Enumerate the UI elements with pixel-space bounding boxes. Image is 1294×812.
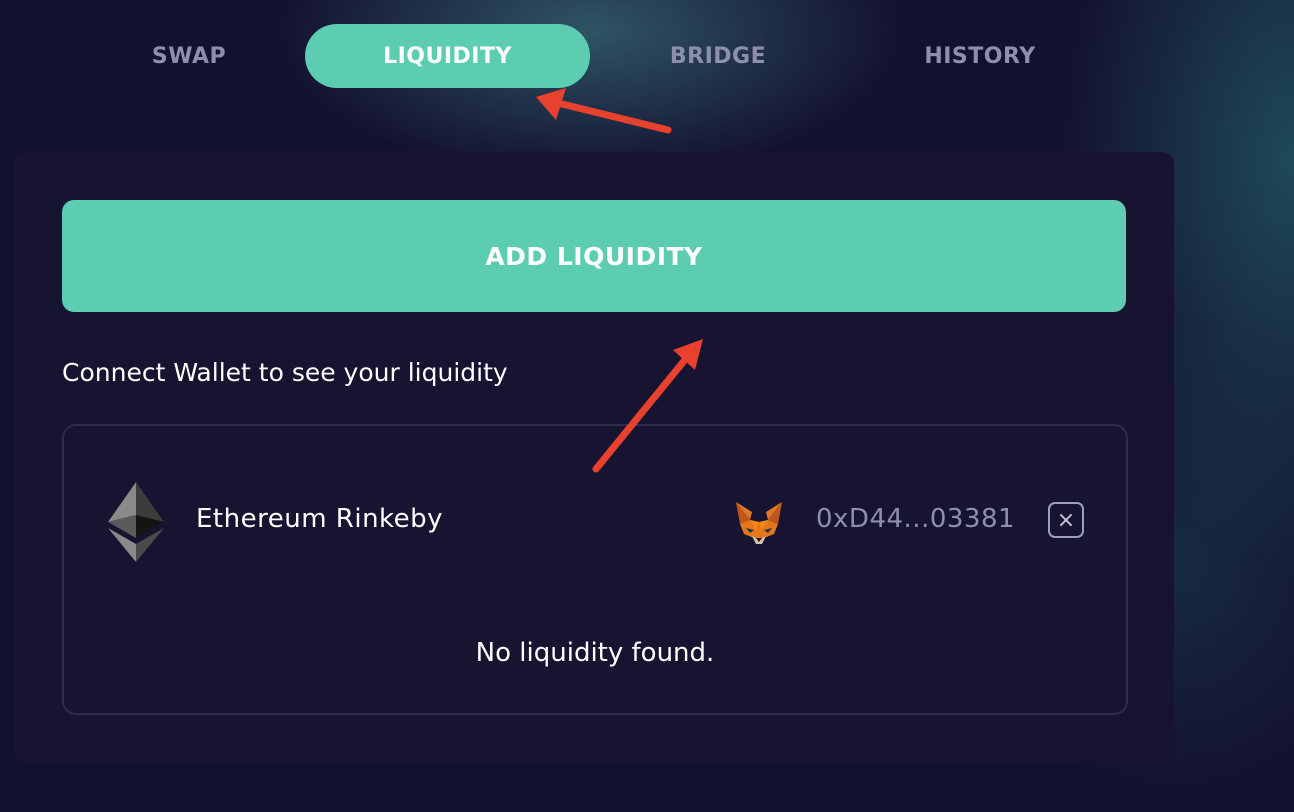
add-liquidity-button[interactable]: ADD LIQUIDITY [62, 200, 1126, 312]
tab-swap[interactable]: SWAP [100, 24, 278, 88]
metamask-fox-icon [736, 502, 782, 544]
close-icon: × [1056, 507, 1076, 533]
network-name: Ethereum Rinkeby [196, 504, 444, 534]
tab-bar: SWAP LIQUIDITY BRIDGE HISTORY [0, 0, 1294, 100]
empty-state-message: No liquidity found. [475, 638, 715, 668]
disconnect-close-button[interactable]: × [1048, 502, 1084, 538]
wallet-address: 0xD44...03381 [816, 504, 1016, 534]
wallet-panel: Ethereum Rinkeby 0xD44...03381 × No liqu… [62, 424, 1128, 715]
connect-wallet-message: Connect Wallet to see your liquidity [62, 358, 508, 387]
tab-liquidity[interactable]: LIQUIDITY [305, 24, 590, 88]
tab-bridge[interactable]: BRIDGE [620, 24, 816, 88]
liquidity-card: ADD LIQUIDITY Connect Wallet to see your… [14, 152, 1174, 762]
tab-history[interactable]: HISTORY [880, 24, 1080, 88]
ethereum-icon [108, 482, 164, 562]
